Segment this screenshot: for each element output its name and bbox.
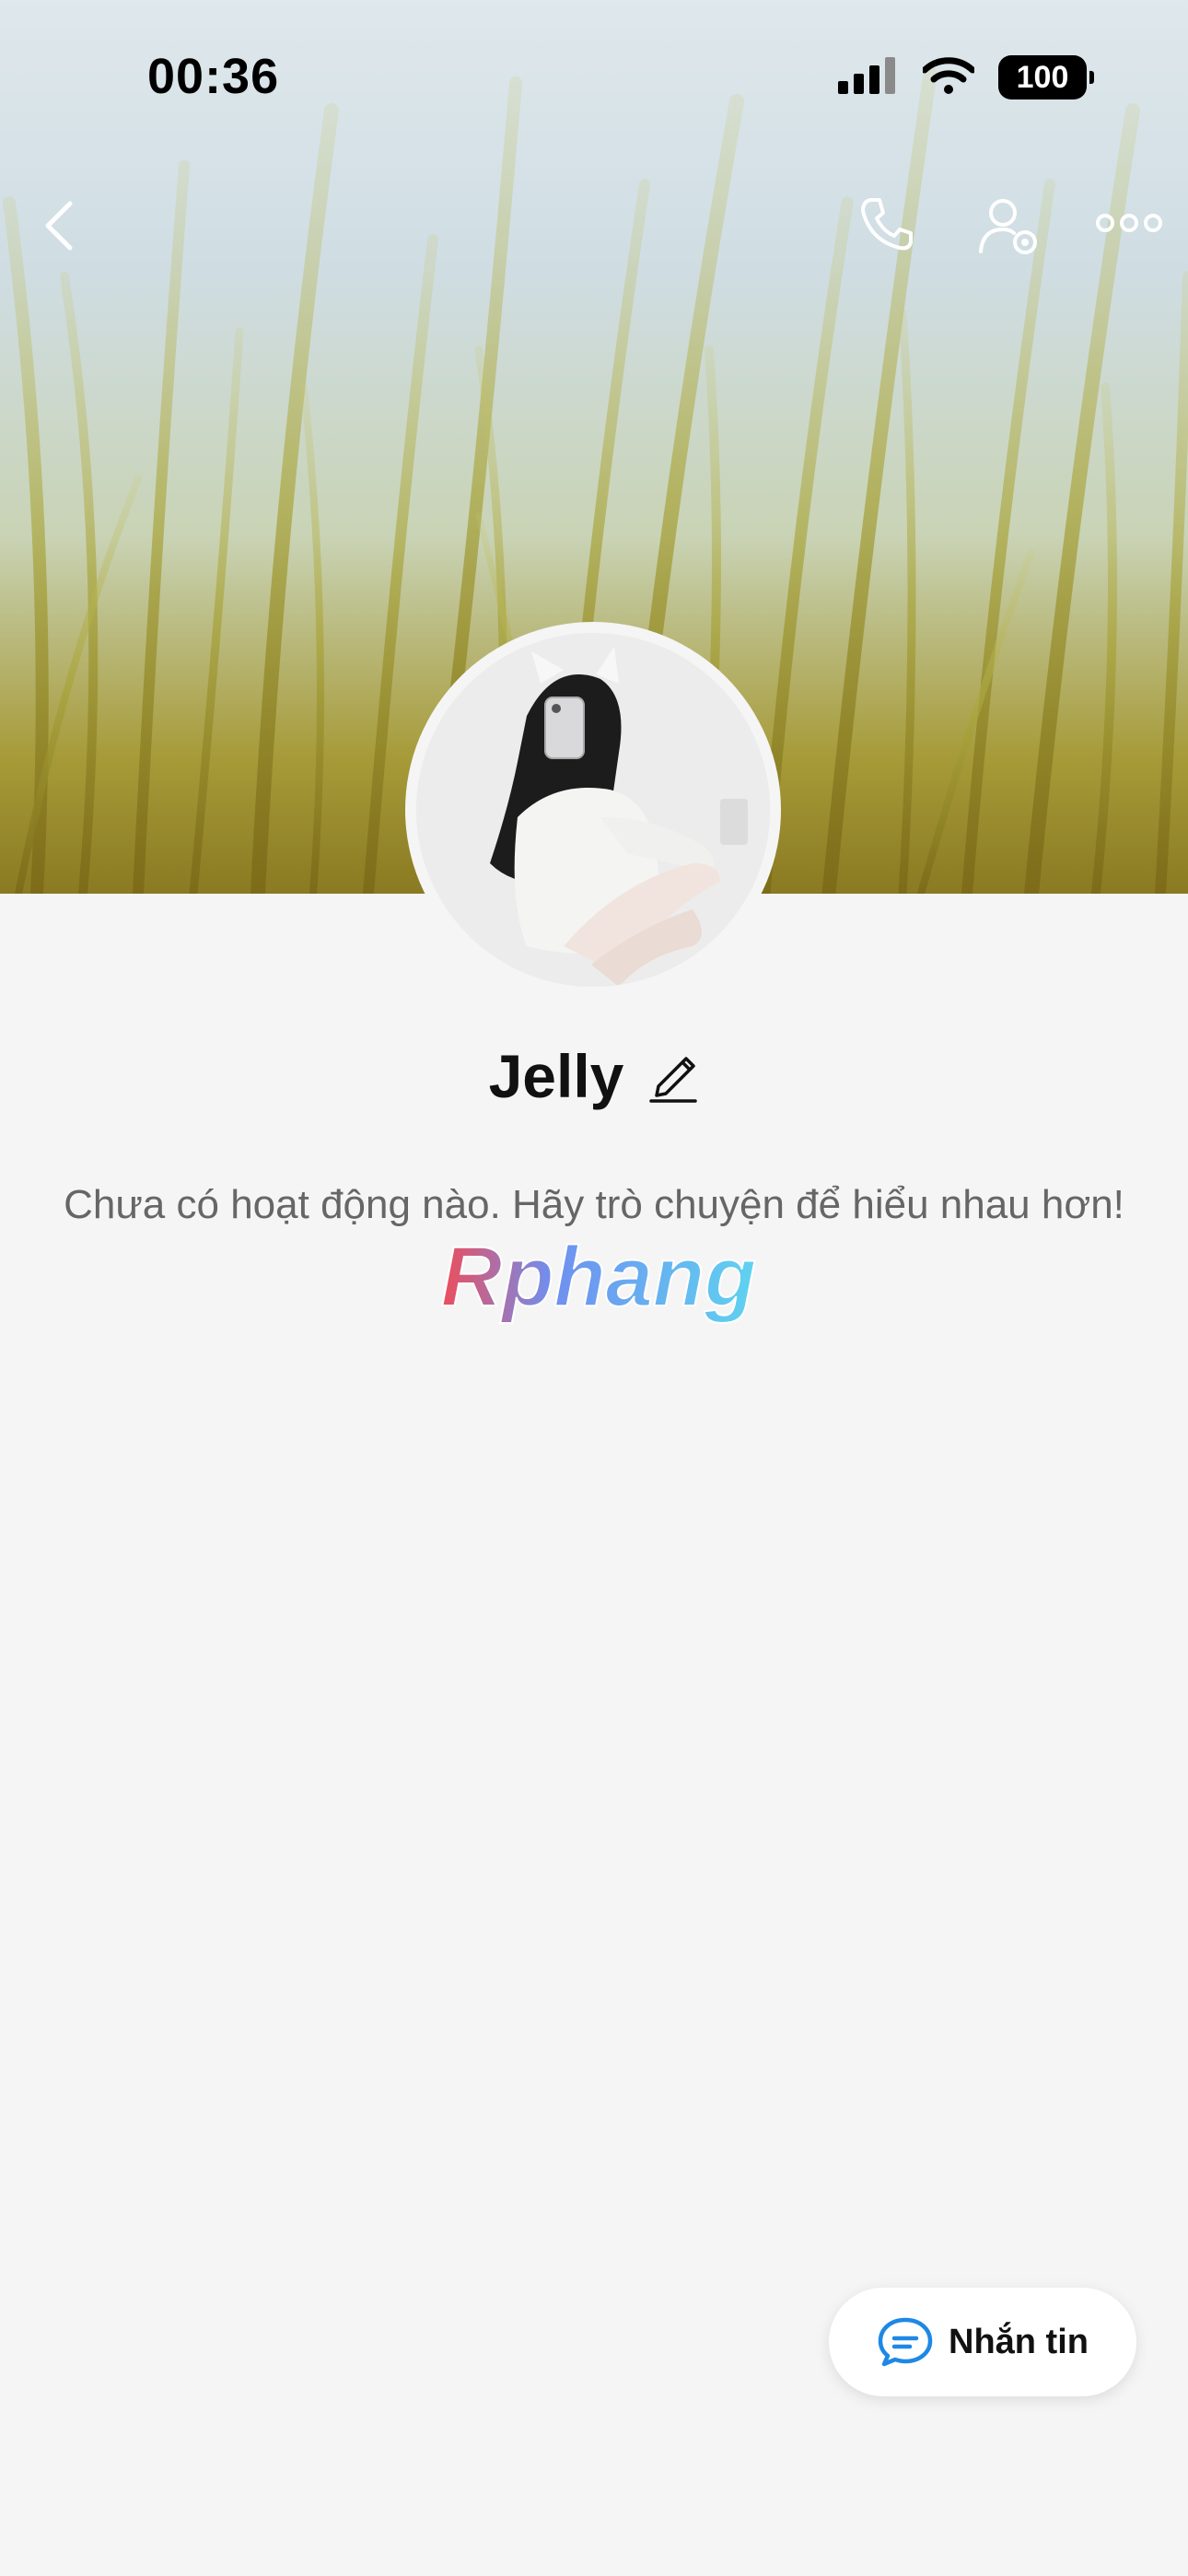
chevron-left-icon bbox=[45, 201, 73, 251]
back-button[interactable] bbox=[35, 193, 81, 258]
avatar-photo bbox=[416, 633, 770, 987]
status-time: 00:36 bbox=[147, 49, 280, 104]
wifi-icon bbox=[921, 56, 976, 99]
call-button[interactable] bbox=[855, 192, 919, 256]
status-icons: 100 bbox=[838, 55, 1094, 100]
profile-settings-button[interactable] bbox=[974, 192, 1044, 262]
more-dots-icon bbox=[1096, 214, 1162, 232]
phone-icon bbox=[861, 198, 913, 251]
signal-bars-icon bbox=[838, 56, 899, 99]
avatar[interactable] bbox=[405, 622, 781, 998]
empty-activity-text: Chưa có hoạt động nào. Hãy trò chuyện để… bbox=[64, 1182, 1124, 1227]
message-button-label: Nhắn tin bbox=[949, 2322, 1089, 2361]
battery-indicator: 100 bbox=[998, 55, 1094, 100]
profile-name-row: Jelly bbox=[0, 1041, 1188, 1111]
more-button[interactable] bbox=[1096, 203, 1162, 243]
watermark-logo: Rphang bbox=[414, 1229, 783, 1331]
chat-bubble-icon bbox=[878, 2317, 933, 2367]
message-button[interactable]: Nhắn tin bbox=[829, 2288, 1136, 2396]
edit-name-button[interactable] bbox=[647, 1046, 699, 1107]
pencil-icon bbox=[649, 1056, 698, 1103]
user-settings-icon bbox=[979, 199, 1037, 254]
svg-text:Rphang: Rphang bbox=[441, 1239, 756, 1324]
profile-name: Jelly bbox=[488, 1042, 624, 1110]
